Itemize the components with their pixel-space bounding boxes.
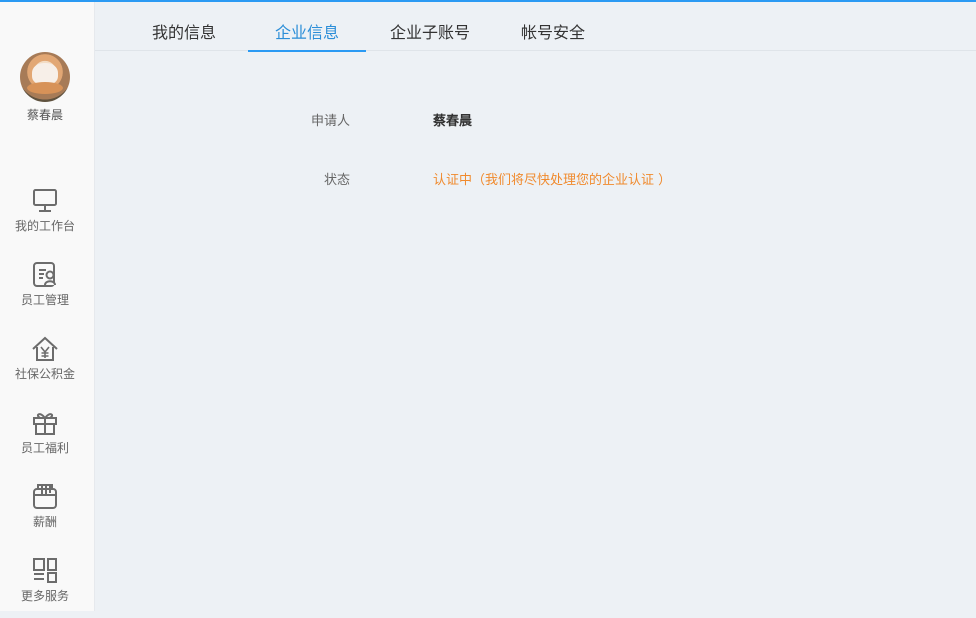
applicant-label: 申请人 <box>310 114 350 129</box>
grid-services-icon <box>33 558 57 583</box>
sidebar-item-label: 社保公积金 <box>14 367 75 381</box>
sidebar-item-label: 我的工作台 <box>14 219 75 233</box>
main-content: 我的信息 企业信息 企业子账号 帐号安全 申请人 蔡春晨 状态 认证中（我们将尽… <box>95 2 976 611</box>
tab-my-info[interactable]: 我的信息 <box>152 2 216 51</box>
employee-card-icon <box>33 262 56 287</box>
sidebar-item-salary[interactable]: 薪酬 <box>0 482 90 544</box>
sidebar-item-label: 员工福利 <box>20 441 69 455</box>
sidebar-item-more-services[interactable]: 更多服务 <box>0 556 90 618</box>
applicant-value: 蔡春晨 <box>433 114 473 129</box>
sidebar-item-employee-management[interactable]: 员工管理 <box>0 260 90 322</box>
status-row: 状态 认证中（我们将尽快处理您的企业认证 ） <box>95 171 976 191</box>
sidebar-item-employee-benefits[interactable]: 员工福利 <box>0 408 90 470</box>
sidebar-item-label: 薪酬 <box>32 515 57 529</box>
sidebar-item-label: 更多服务 <box>20 589 69 603</box>
user-avatar[interactable] <box>20 52 70 102</box>
tab-account-security[interactable]: 帐号安全 <box>521 2 585 51</box>
status-value: 认证中（我们将尽快处理您的企业认证 ） <box>433 173 672 188</box>
status-label: 状态 <box>323 173 350 188</box>
house-yen-icon <box>32 336 58 361</box>
sidebar-item-label: 员工管理 <box>20 293 69 307</box>
sidebar-item-social-security[interactable]: 社保公积金 <box>0 334 90 396</box>
tab-enterprise-info[interactable]: 企业信息 <box>248 2 366 52</box>
gift-icon <box>33 413 57 435</box>
user-name: 蔡春晨 <box>26 108 63 122</box>
tab-enterprise-subaccounts[interactable]: 企业子账号 <box>390 2 470 51</box>
sidebar: 蔡春晨 我的工作台 员工管理 社保公积金 员工福利 薪酬 更多服务 <box>0 2 95 611</box>
wallet-icon <box>33 484 57 509</box>
sidebar-item-workbench[interactable]: 我的工作台 <box>0 186 90 248</box>
tab-bar: 我的信息 企业信息 企业子账号 帐号安全 <box>95 2 976 52</box>
applicant-row: 申请人 蔡春晨 <box>95 112 976 132</box>
monitor-icon <box>33 189 57 212</box>
